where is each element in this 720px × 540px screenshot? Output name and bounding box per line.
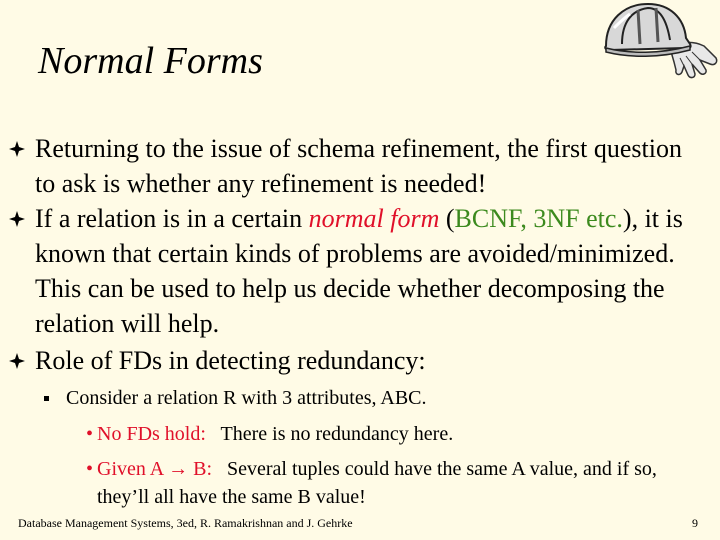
- bullet-2: If a relation is in a certain normal for…: [0, 201, 700, 341]
- normal-form-term: normal form: [308, 204, 440, 233]
- slide: Normal Forms Returning to the issue of s…: [0, 0, 720, 540]
- diamond-bullet-icon: [9, 141, 25, 157]
- bullet-1: Returning to the issue of schema refinem…: [0, 131, 700, 203]
- no-fds-text: There is no redundancy here.: [205, 423, 454, 445]
- sub-sub-bullet-1: • No FDs hold: There is no redundancy he…: [0, 420, 700, 448]
- sub-bullet-text: Consider a relation R with 3 attributes,…: [66, 387, 427, 409]
- sub-bullet: Consider a relation R with 3 attributes,…: [0, 385, 700, 411]
- sub-sub-bullet-1-text: No FDs hold: There is no redundancy here…: [97, 420, 697, 448]
- bullet-2-pre: If a relation is in a certain: [35, 204, 309, 233]
- bullet-2-mid: (: [439, 204, 455, 233]
- given-fd-label: Given A → B:: [97, 458, 213, 480]
- diamond-bullet-icon: [9, 353, 25, 369]
- bullet-3-text: Role of FDs in detecting redundancy:: [35, 346, 426, 375]
- bullet-1-text: Returning to the issue of schema refinem…: [35, 134, 682, 198]
- diamond-bullet-icon: [9, 211, 25, 227]
- no-fds-label: No FDs hold:: [97, 423, 206, 445]
- slide-title: Normal Forms: [38, 40, 263, 82]
- bullet-2-text: If a relation is in a certain normal for…: [35, 201, 700, 341]
- dot-bullet-icon: •: [86, 458, 94, 480]
- sub-sub-bullet-2: • Given A → B: Several tuples could have…: [0, 455, 700, 513]
- bullet-3: Role of FDs in detecting redundancy:: [0, 343, 700, 379]
- bcnf-3nf-term: BCNF, 3NF etc.: [454, 204, 623, 233]
- footer-citation: Database Management Systems, 3ed, R. Ram…: [18, 516, 353, 530]
- square-bullet-icon: [44, 396, 49, 401]
- sub-sub-bullet-2-text: Given A → B: Several tuples could have t…: [97, 455, 697, 511]
- hardhat-gloves-clipart: [604, 2, 718, 79]
- dot-bullet-icon: •: [86, 423, 94, 445]
- page-number: 9: [692, 516, 698, 530]
